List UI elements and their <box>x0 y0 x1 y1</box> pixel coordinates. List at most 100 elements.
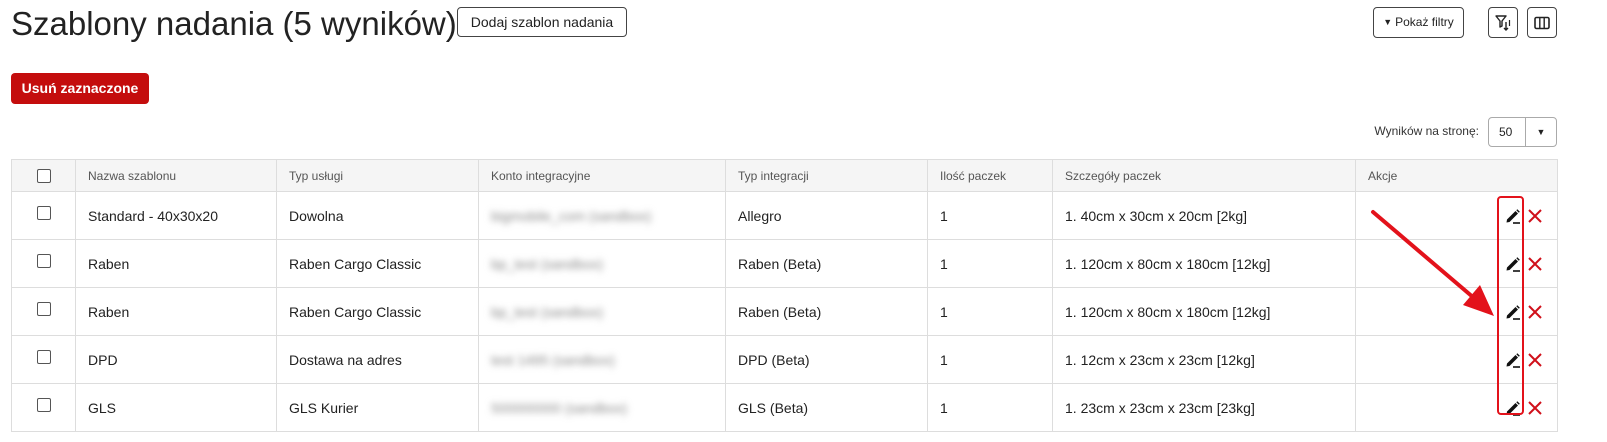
table-row: Raben Raben Cargo Classic bp_test (sandbox… <box>11 287 1558 336</box>
pencil-icon <box>1506 352 1520 368</box>
filter-sort-button[interactable] <box>1488 7 1518 38</box>
pencil-icon <box>1506 256 1520 272</box>
cell-account: 500000000 (sandbox) <box>478 383 726 432</box>
delete-selected-button[interactable]: Usuń zaznaczone <box>11 73 149 104</box>
cell-integration: Raben (Beta) <box>725 287 928 336</box>
add-template-button[interactable]: Dodaj szablon nadania <box>457 7 627 37</box>
cell-integration: GLS (Beta) <box>725 383 928 432</box>
cell-actions <box>1355 287 1558 336</box>
select-all-cell <box>11 159 76 192</box>
cell-details: 1. 120cm x 80cm x 180cm [12kg] <box>1052 287 1356 336</box>
column-header[interactable]: Typ usługi <box>276 159 479 192</box>
cell-count: 1 <box>927 287 1053 336</box>
delete-button[interactable] <box>1524 397 1546 419</box>
cell-count: 1 <box>927 335 1053 384</box>
column-header[interactable]: Typ integracji <box>725 159 928 192</box>
cell-integration: DPD (Beta) <box>725 335 928 384</box>
row-checkbox[interactable] <box>36 397 51 412</box>
per-page-select[interactable]: 50 ▼ <box>1488 117 1557 147</box>
close-icon <box>1528 208 1542 223</box>
cell-service: Dowolna <box>276 191 479 240</box>
close-icon <box>1528 256 1542 271</box>
per-page-label: Wyników na stronę: <box>1374 124 1479 138</box>
edit-button[interactable] <box>1502 349 1524 371</box>
cell-actions <box>1355 239 1558 288</box>
per-page-value: 50 <box>1499 125 1513 139</box>
cell-details: 1. 23cm x 23cm x 23cm [23kg] <box>1052 383 1356 432</box>
cell-details: 1. 12cm x 23cm x 23cm [12kg] <box>1052 335 1356 384</box>
column-header: Akcje <box>1355 159 1558 192</box>
cell-service: Dostawa na adres <box>276 335 479 384</box>
integration-account-blurred: bp_test (sandbox) <box>491 255 604 272</box>
table-header-row: Nazwa szablonu Typ usługi Konto integrac… <box>11 159 1558 192</box>
filter-sort-icon <box>1495 14 1511 31</box>
delete-button[interactable] <box>1524 205 1546 227</box>
integration-account-blurred: test 1495 (sandbox) <box>491 351 615 368</box>
edit-button[interactable] <box>1502 253 1524 275</box>
chevron-down-icon[interactable]: ▼ <box>1525 118 1556 146</box>
cell-name: GLS <box>75 383 277 432</box>
cell-details: 1. 40cm x 30cm x 20cm [2kg] <box>1052 191 1356 240</box>
cell-service: Raben Cargo Classic <box>276 287 479 336</box>
row-checkbox[interactable] <box>36 301 51 316</box>
cell-details: 1. 120cm x 80cm x 180cm [12kg] <box>1052 239 1356 288</box>
delete-button[interactable] <box>1524 253 1546 275</box>
pencil-icon <box>1506 208 1520 224</box>
cell-name: Raben <box>75 287 277 336</box>
page-title: Szablony nadania (5 wyników) <box>11 5 457 42</box>
columns-button[interactable] <box>1527 7 1557 38</box>
cell-actions <box>1355 191 1558 240</box>
select-all-checkbox[interactable] <box>36 168 51 183</box>
cell-account: bp_test (sandbox) <box>478 239 726 288</box>
cell-account: bigmobile_com (sandbox) <box>478 191 726 240</box>
cell-integration: Allegro <box>725 191 928 240</box>
cell-name: Raben <box>75 239 277 288</box>
row-select-cell <box>11 335 76 384</box>
row-checkbox[interactable] <box>36 349 51 364</box>
table-row: DPD Dostawa na adres test 1495 (sandbox) DP… <box>11 335 1558 384</box>
close-icon <box>1528 400 1542 415</box>
integration-account-blurred: bigmobile_com (sandbox) <box>491 207 652 224</box>
table-row: GLS GLS Kurier 500000000 (sandbox) GLS (Bet… <box>11 383 1558 432</box>
cell-account: bp_test (sandbox) <box>478 287 726 336</box>
cell-name: DPD <box>75 335 277 384</box>
show-filters-label: Pokaż filtry <box>1395 15 1454 29</box>
caret-down-icon: ▼ <box>1383 17 1393 27</box>
integration-account-blurred: 500000000 (sandbox) <box>491 399 628 416</box>
row-checkbox[interactable] <box>36 253 51 268</box>
cell-name: Standard - 40x30x20 <box>75 191 277 240</box>
row-select-cell <box>11 239 76 288</box>
columns-icon <box>1534 16 1550 29</box>
templates-table: Nazwa szablonu Typ usługi Konto integrac… <box>11 159 1558 432</box>
pencil-icon <box>1506 304 1520 320</box>
show-filters-button[interactable]: ▼ Pokaż filtry <box>1373 7 1464 38</box>
column-header[interactable]: Konto integracyjne <box>478 159 726 192</box>
cell-integration: Raben (Beta) <box>725 239 928 288</box>
row-select-cell <box>11 287 76 336</box>
row-checkbox[interactable] <box>36 205 51 220</box>
integration-account-blurred: bp_test (sandbox) <box>491 303 604 320</box>
cell-count: 1 <box>927 383 1053 432</box>
edit-button[interactable] <box>1502 397 1524 419</box>
cell-account: test 1495 (sandbox) <box>478 335 726 384</box>
cell-count: 1 <box>927 191 1053 240</box>
column-header[interactable]: Szczegóły paczek <box>1052 159 1356 192</box>
table-row: Raben Raben Cargo Classic bp_test (sandbox… <box>11 239 1558 288</box>
page-header: Szablony nadania (5 wyników) Dodaj szabl… <box>11 0 1607 48</box>
cell-actions <box>1355 383 1558 432</box>
edit-button[interactable] <box>1502 205 1524 227</box>
close-icon <box>1528 304 1542 319</box>
cell-service: GLS Kurier <box>276 383 479 432</box>
row-select-cell <box>11 383 76 432</box>
close-icon <box>1528 352 1542 367</box>
cell-actions <box>1355 335 1558 384</box>
delete-button[interactable] <box>1524 349 1546 371</box>
table-row: Standard - 40x30x20 Dowolna bigmobile_com … <box>11 191 1558 240</box>
cell-service: Raben Cargo Classic <box>276 239 479 288</box>
column-header[interactable]: Nazwa szablonu <box>75 159 277 192</box>
row-select-cell <box>11 191 76 240</box>
column-header[interactable]: Ilość paczek <box>927 159 1053 192</box>
cell-count: 1 <box>927 239 1053 288</box>
edit-button[interactable] <box>1502 301 1524 323</box>
delete-button[interactable] <box>1524 301 1546 323</box>
